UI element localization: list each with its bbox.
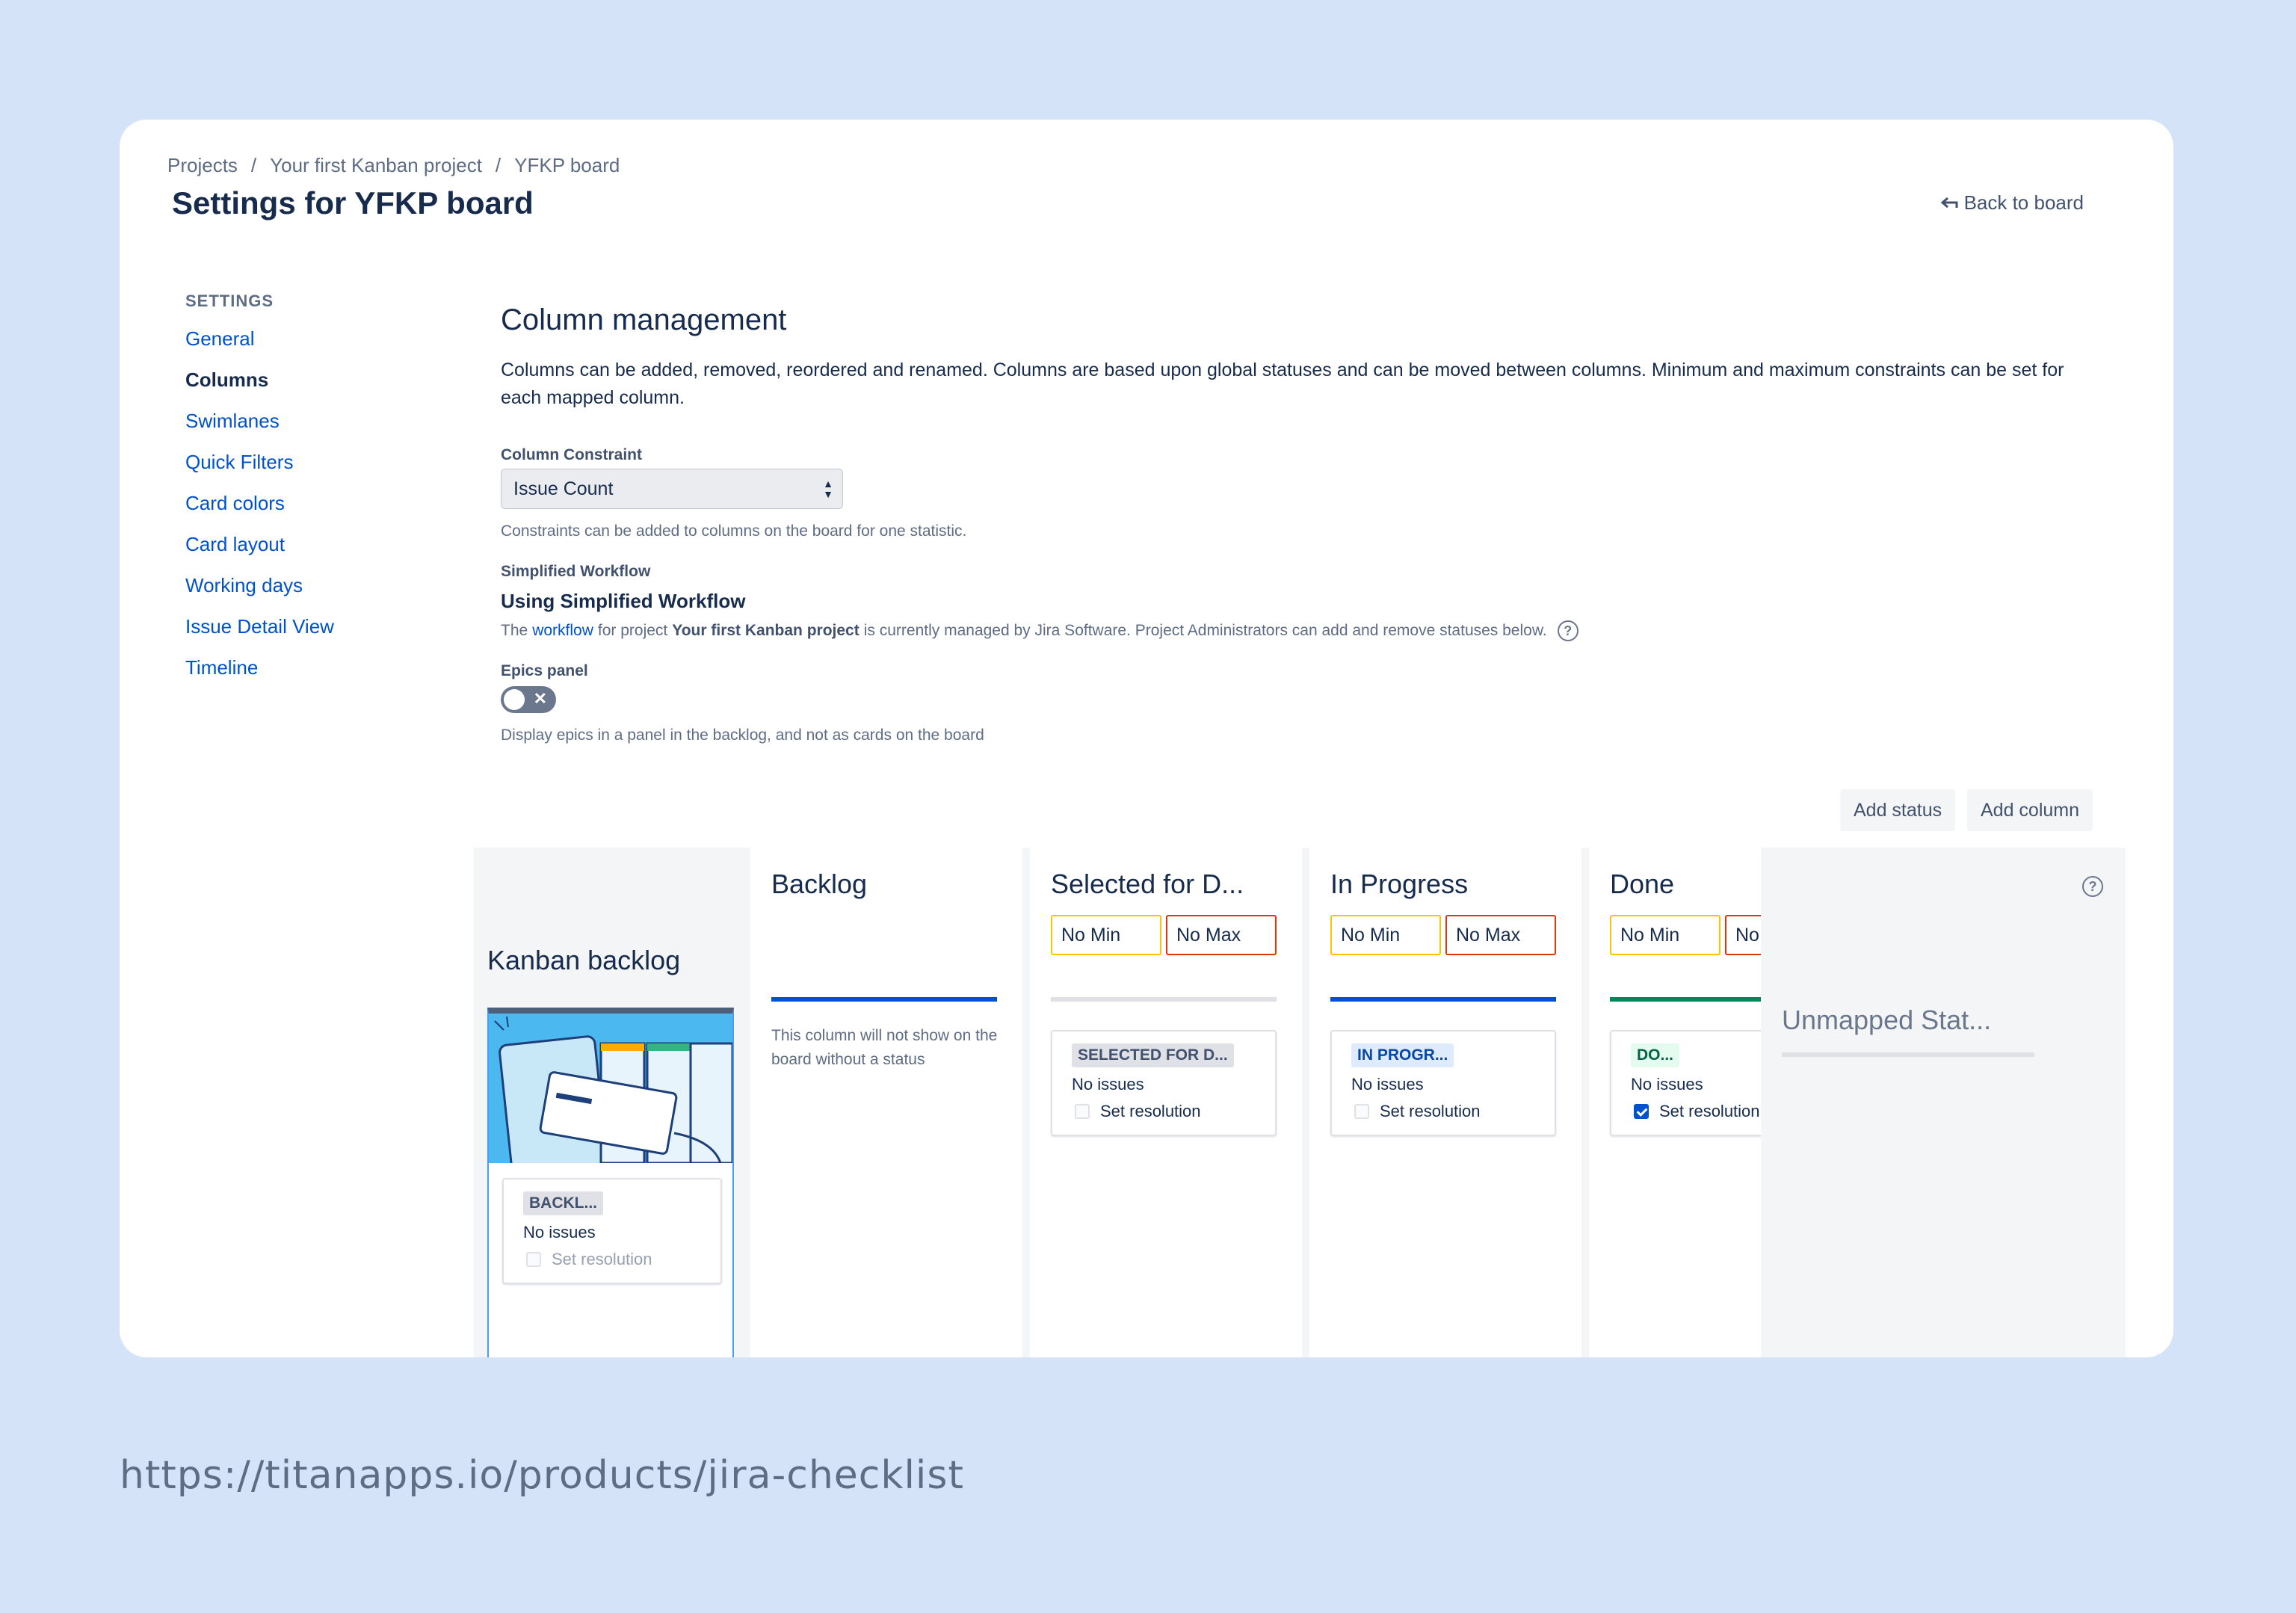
status-lozenge: SELECTED FOR D... [1072,1043,1234,1067]
column-max-input[interactable]: No Max [1166,915,1277,955]
breadcrumb-separator: / [495,154,502,176]
set-resolution-checkbox[interactable] [1075,1104,1090,1119]
set-resolution-label: Set resolution [1100,1102,1201,1120]
sidebar-item-columns[interactable]: Columns [185,368,334,410]
no-issues-text: No issues [1351,1075,1424,1094]
set-resolution-checkbox[interactable] [1354,1104,1369,1119]
breadcrumb-separator: / [250,154,257,176]
sidebar-item-swimlanes[interactable]: Swimlanes [185,410,334,451]
set-resolution[interactable]: Set resolution [1634,1102,1760,1121]
select-arrows-icon: ▲ ▼ [823,478,833,500]
section-title: Column management [501,303,787,336]
workflow-info-project: Your first Kanban project [672,622,860,639]
status-card[interactable]: IN PROGR... No issues Set resolution [1330,1030,1556,1136]
set-resolution[interactable]: Set resolution [1354,1102,1481,1121]
column-management-section: Column management Columns can be added, … [501,303,2123,744]
status-lozenge: BACKL... [523,1191,603,1215]
column-max-input[interactable]: No Max [1445,915,1556,955]
kanban-backlog-title: Kanban backlog [487,945,681,975]
column-bar [1782,1052,2034,1057]
set-resolution-label: Set resolution [552,1250,652,1268]
epics-panel-label: Epics panel [501,662,588,679]
workflow-info: The workflow for project Your first Kanb… [501,620,2123,641]
page-title: Settings for YFKP board [172,185,534,220]
backlog-column-note: This column will not show on the board w… [771,1027,998,1068]
workflow-heading: Using Simplified Workflow [501,590,746,612]
column-constraint-label: Column Constraint [501,446,642,463]
column-title: Done [1610,869,1675,899]
workflow-info-post: is currently managed by Jira Software. P… [863,622,1547,639]
set-resolution-label: Set resolution [1380,1102,1481,1120]
no-issues-text: No issues [523,1223,596,1242]
backlog-status-card[interactable]: BACKL... No issues Set resolution [502,1178,722,1284]
column-bar [1330,997,1556,1002]
column-constraint-select[interactable]: Issue Count ▲ ▼ [501,469,843,509]
kanban-backlog-illustration [489,1014,732,1163]
column-max-input[interactable]: No Max [1725,915,1761,955]
epics-hint: Display epics in a panel in the backlog,… [501,727,984,744]
sidebar-item-card-colors[interactable]: Card colors [185,492,334,533]
no-issues-text: No issues [1631,1075,1703,1094]
back-to-board-link[interactable]: Back to board [1940,191,2084,215]
unmapped-statuses-title: Unmapped Stat... [1782,1005,1992,1035]
unmapped-statuses-column[interactable]: ? Unmapped Stat... [1761,848,2126,1357]
sidebar-item-issue-detail-view[interactable]: Issue Detail View [185,615,334,656]
status-lozenge: IN PROGR... [1351,1043,1454,1067]
column-min-input[interactable]: No Min [1051,915,1161,955]
status-lozenge: DO... [1631,1043,1680,1067]
breadcrumb-project[interactable]: Your first Kanban project [270,154,482,177]
breadcrumb: Projects / Your first Kanban project / Y… [167,154,620,177]
breadcrumb-projects[interactable]: Projects [167,154,238,177]
settings-panel: Projects / Your first Kanban project / Y… [120,120,2173,1357]
footer-url: https://titanapps.io/products/jira-check… [120,1453,964,1498]
column-title: In Progress [1330,869,1469,899]
workflow-link[interactable]: workflow [532,622,593,640]
back-to-board-label: Back to board [1963,191,2084,214]
backlog-column[interactable]: Backlog This column will not show on the… [750,848,1022,1357]
column-min-input[interactable]: No Min [1610,915,1721,955]
help-icon[interactable]: ? [2082,876,2103,897]
workflow-info-pre: The [501,622,528,639]
epics-panel-toggle[interactable]: ✕ [501,686,556,713]
settings-sidebar: SETTINGS General Columns Swimlanes Quick… [185,292,334,697]
column-title: Backlog [771,869,868,899]
set-resolution[interactable]: Set resolution [1075,1102,1201,1121]
back-arrow-icon [1940,197,1958,208]
workflow-info-mid: for project [597,622,668,639]
add-column-button[interactable]: Add column [1967,789,2093,831]
no-issues-text: No issues [1072,1075,1144,1094]
toggle-off-icon: ✕ [533,689,547,708]
status-card[interactable]: SELECTED FOR D... No issues Set resoluti… [1051,1030,1277,1136]
toggle-knob [504,689,525,710]
sidebar-item-card-layout[interactable]: Card layout [185,533,334,574]
simplified-workflow-label: Simplified Workflow [501,563,651,580]
sidebar-item-working-days[interactable]: Working days [185,574,334,615]
set-resolution-label: Set resolution [1659,1102,1760,1120]
column-min-input[interactable]: No Min [1330,915,1441,955]
breadcrumb-board[interactable]: YFKP board [514,154,620,177]
section-description: Columns can be added, removed, reordered… [501,360,2064,408]
kanban-backlog-column[interactable]: BACKL... No issues Set resolution [487,1008,734,1357]
set-resolution-checkbox-checked[interactable] [1634,1104,1649,1119]
set-resolution-checkbox [526,1252,541,1267]
sidebar-item-timeline[interactable]: Timeline [185,656,334,697]
column-in-progress[interactable]: In Progress No Min No Max IN PROGR... No… [1309,848,1581,1357]
column-bar [1610,997,1761,1002]
sidebar-heading: SETTINGS [185,292,274,310]
status-card[interactable]: DO... No issues Set resolution [1610,1030,1761,1136]
sidebar-item-general[interactable]: General [185,327,334,368]
constraint-hint: Constraints can be added to columns on t… [501,522,967,540]
column-selected-for-development[interactable]: Selected for D... No Min No Max SELECTED… [1030,848,1302,1357]
sidebar-item-quick-filters[interactable]: Quick Filters [185,451,334,492]
column-title: Selected for D... [1051,869,1244,899]
add-status-button[interactable]: Add status [1840,789,1956,831]
column-bar [1051,997,1277,1002]
set-resolution: Set resolution [526,1250,652,1269]
column-constraint-value: Issue Count [513,478,614,499]
column-board: Kanban backlog BACKL... No issues Set re… [474,848,2126,1357]
column-bar [771,997,997,1002]
help-icon[interactable]: ? [1557,620,1578,641]
column-done[interactable]: Done No Min No Max DO... No issues Set r… [1589,848,1761,1357]
